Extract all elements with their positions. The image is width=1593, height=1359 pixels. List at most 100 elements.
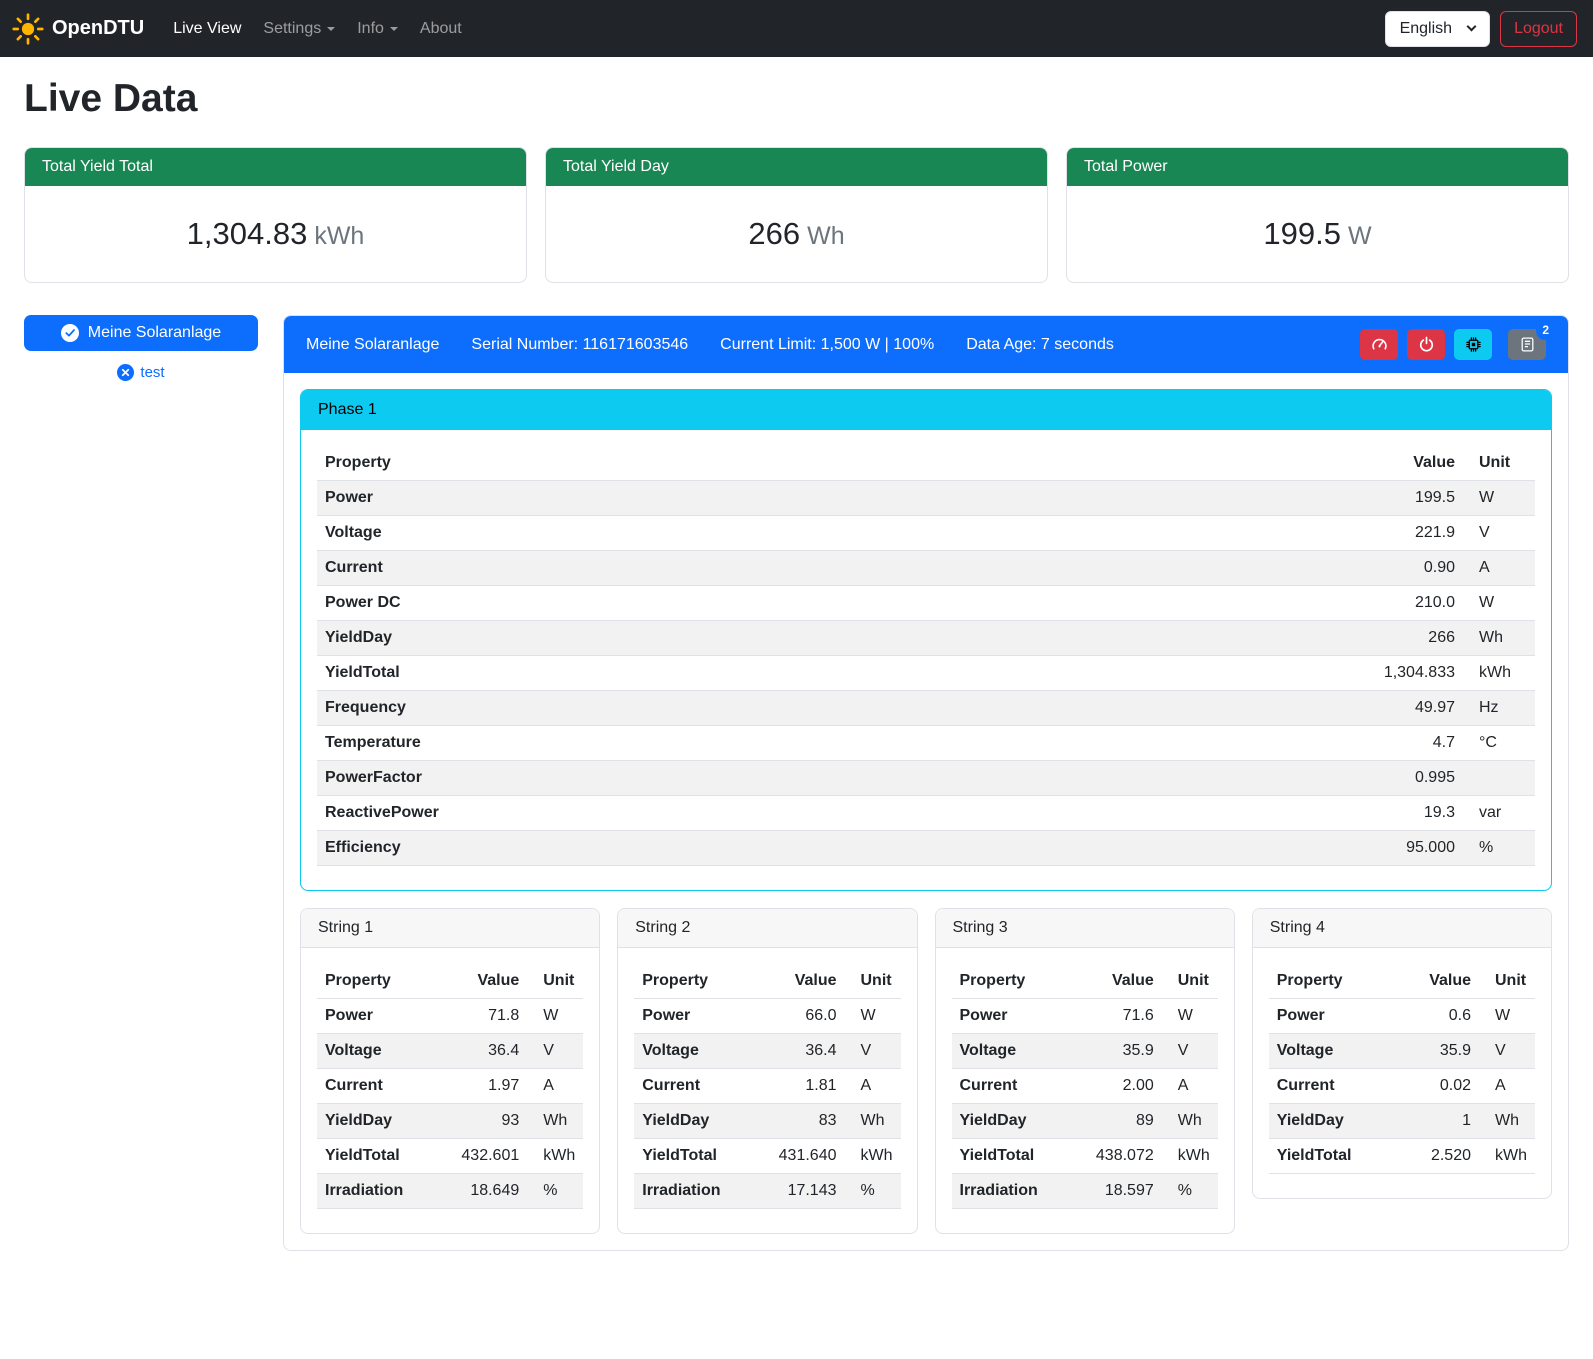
string-card-1: String 1 Property Value Unit <box>300 908 600 1234</box>
table-row: ReactivePower19.3var <box>317 796 1535 831</box>
table-row: Frequency49.97Hz <box>317 691 1535 726</box>
value-cell: 2.520 <box>1397 1139 1479 1174</box>
property-cell: Power <box>634 999 752 1034</box>
property-cell: Current <box>317 551 1003 586</box>
journal-icon <box>1519 336 1536 353</box>
device-info-button[interactable] <box>1454 329 1492 360</box>
nav-item-about[interactable]: About <box>412 12 470 46</box>
summary-cards-row: Total Yield Total 1,304.83kWh Total Yiel… <box>24 147 1569 283</box>
unit-cell: Hz <box>1463 691 1535 726</box>
table-row: Irradiation17.143% <box>634 1174 900 1209</box>
property-cell: YieldTotal <box>317 656 1003 691</box>
table-row: Voltage35.9V <box>952 1034 1218 1069</box>
page-container: Live Data Total Yield Total 1,304.83kWh … <box>0 57 1593 1283</box>
table-header-row: Property Value Unit <box>1269 964 1535 999</box>
summary-card-value: 266 <box>748 216 800 251</box>
value-cell: 93 <box>435 1104 527 1139</box>
string-card-body: Property Value Unit Power71.6WVoltage35.… <box>936 948 1234 1233</box>
value-cell: 18.597 <box>1069 1174 1161 1209</box>
value-cell: 0.90 <box>1003 551 1463 586</box>
property-cell: YieldDay <box>634 1104 752 1139</box>
unit-cell: % <box>527 1174 583 1209</box>
unit-cell: Wh <box>1479 1104 1535 1139</box>
string-card-title: String 2 <box>618 909 916 948</box>
unit-cell: A <box>845 1069 901 1104</box>
property-cell: Voltage <box>952 1034 1070 1069</box>
column-header-value: Value <box>435 964 527 999</box>
chevron-down-icon <box>1467 22 1477 32</box>
brand-link[interactable]: OpenDTU <box>12 13 144 45</box>
property-cell: Voltage <box>1269 1034 1397 1069</box>
unit-cell: A <box>527 1069 583 1104</box>
column-header-unit: Unit <box>1162 964 1218 999</box>
inverter-name: Meine Solaranlage <box>306 336 439 354</box>
property-cell: ReactivePower <box>317 796 1003 831</box>
unit-cell: % <box>1463 831 1535 866</box>
property-cell: Power <box>317 999 435 1034</box>
table-row: Current2.00A <box>952 1069 1218 1104</box>
property-cell: YieldTotal <box>1269 1139 1397 1174</box>
limit-settings-button[interactable] <box>1360 329 1398 360</box>
strings-row: String 1 Property Value Unit <box>300 908 1552 1234</box>
unit-cell: % <box>845 1174 901 1209</box>
property-cell: Efficiency <box>317 831 1003 866</box>
table-row: Power DC210.0W <box>317 586 1535 621</box>
brand-label: OpenDTU <box>52 17 144 40</box>
property-cell: YieldDay <box>317 621 1003 656</box>
value-cell: 4.7 <box>1003 726 1463 761</box>
property-cell: Current <box>317 1069 435 1104</box>
logout-button[interactable]: Logout <box>1500 11 1577 47</box>
unit-cell: V <box>1479 1034 1535 1069</box>
unit-cell: °C <box>1463 726 1535 761</box>
column-header-property: Property <box>634 964 752 999</box>
navbar: OpenDTU Live View Settings Info About En… <box>0 0 1593 57</box>
unit-cell: kWh <box>1463 656 1535 691</box>
summary-card-total-power: Total Power 199.5W <box>1066 147 1569 283</box>
value-cell: 2.00 <box>1069 1069 1161 1104</box>
unit-cell: % <box>1162 1174 1218 1209</box>
table-row: YieldDay93Wh <box>317 1104 583 1139</box>
value-cell: 95.000 <box>1003 831 1463 866</box>
table-row: Power199.5W <box>317 481 1535 516</box>
inverter-panel: Meine Solaranlage Serial Number: 1161716… <box>283 315 1569 1251</box>
property-cell: Temperature <box>317 726 1003 761</box>
power-toggle-button[interactable] <box>1407 329 1445 360</box>
property-cell: Power <box>1269 999 1397 1034</box>
column-header-value: Value <box>752 964 844 999</box>
language-select[interactable]: English <box>1385 11 1490 47</box>
table-row: PowerFactor0.995 <box>317 761 1535 796</box>
nav-item-info[interactable]: Info <box>349 12 406 46</box>
table-row: Current1.97A <box>317 1069 583 1104</box>
navbar-right: English Logout <box>1385 11 1577 47</box>
unit-cell: var <box>1463 796 1535 831</box>
property-cell: Current <box>634 1069 752 1104</box>
nav-item-live-view[interactable]: Live View <box>165 12 249 46</box>
inverter-item-test[interactable]: test <box>24 364 258 381</box>
inverter-select-button[interactable]: Meine Solaranlage <box>24 315 258 351</box>
summary-card-unit: kWh <box>314 222 364 250</box>
unit-cell: kWh <box>845 1139 901 1174</box>
table-row: YieldDay266Wh <box>317 621 1535 656</box>
table-row: Current1.81A <box>634 1069 900 1104</box>
unit-cell: A <box>1479 1069 1535 1104</box>
unit-cell: V <box>1162 1034 1218 1069</box>
unit-cell: W <box>1463 481 1535 516</box>
property-cell: YieldDay <box>317 1104 435 1139</box>
column-header-value: Value <box>1069 964 1161 999</box>
unit-cell: W <box>1162 999 1218 1034</box>
unit-cell: Wh <box>1162 1104 1218 1139</box>
inverter-panel-body: Phase 1 Property Value Unit Power199.5WV… <box>284 373 1568 1250</box>
unit-cell: W <box>1463 586 1535 621</box>
value-cell: 17.143 <box>752 1174 844 1209</box>
string-table: Property Value Unit Power71.6WVoltage35.… <box>952 964 1218 1209</box>
caret-down-icon <box>327 27 335 31</box>
property-cell: YieldDay <box>1269 1104 1397 1139</box>
table-header-row: Property Value Unit <box>952 964 1218 999</box>
string-card-body: Property Value Unit Power71.8WVoltage36.… <box>301 948 599 1233</box>
table-header-row: Property Value Unit <box>317 964 583 999</box>
nav-item-settings[interactable]: Settings <box>255 12 343 46</box>
value-cell: 36.4 <box>435 1034 527 1069</box>
event-log-button[interactable]: 2 <box>1508 329 1546 360</box>
value-cell: 266 <box>1003 621 1463 656</box>
property-cell: YieldDay <box>952 1104 1070 1139</box>
